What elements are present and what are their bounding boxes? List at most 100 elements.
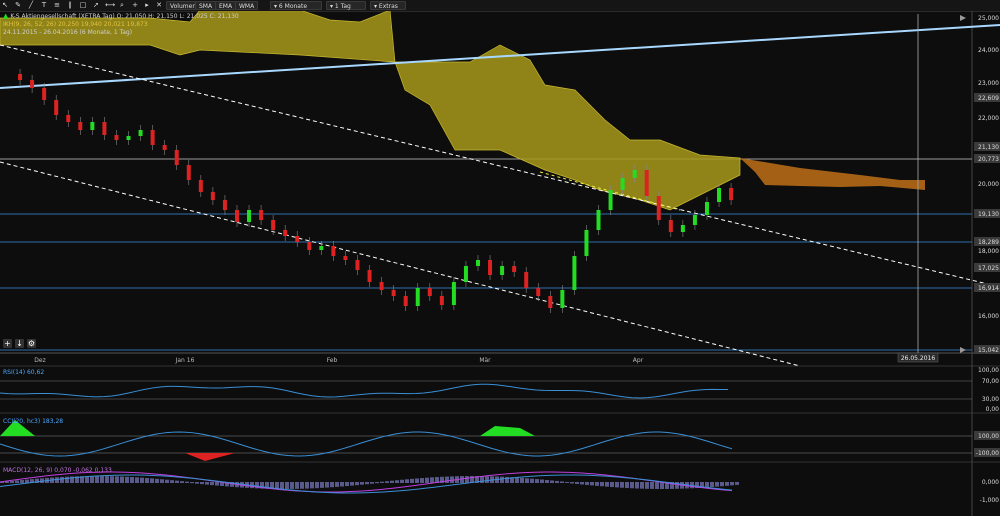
- ikh-legend: IKH(9, 26, 52, 26) 20,250 19,940 20,021 …: [3, 21, 148, 28]
- candle-body: [283, 230, 288, 236]
- fib-tool-icon[interactable]: ≡: [53, 1, 61, 10]
- candle-body: [548, 296, 553, 308]
- chart-area[interactable]: 25,000 24,000 23,000 22,609 22,000 21,130 20,7…: [0, 11, 1000, 516]
- macd-bar: [395, 480, 399, 483]
- macd-bar: [20, 480, 24, 483]
- macd-bar: [130, 477, 134, 483]
- macd-axis-label: 0,000: [982, 479, 999, 486]
- macd-bar: [340, 482, 344, 487]
- up-arrow-icon: ▲: [3, 12, 9, 20]
- macd-bar: [560, 481, 564, 483]
- macd-bar: [115, 476, 119, 483]
- zoom-tool-icon[interactable]: ⌕: [118, 1, 126, 10]
- macd-bar: [525, 478, 529, 483]
- candle-body: [114, 135, 119, 140]
- wma-button[interactable]: WMA: [235, 1, 259, 10]
- macd-bar: [610, 482, 614, 488]
- candle-body: [210, 192, 215, 200]
- macd-bar: [170, 480, 174, 483]
- macd-bar: [615, 482, 619, 488]
- candle-body: [427, 288, 432, 296]
- macd-bar: [145, 478, 149, 483]
- candle-body: [307, 242, 312, 250]
- ema-button[interactable]: EMA: [215, 1, 237, 10]
- x-axis-label: Feb: [327, 357, 338, 364]
- candle-body: [343, 256, 348, 260]
- macd-bar: [365, 482, 369, 485]
- candle-body: [439, 296, 444, 305]
- candle-body: [234, 210, 239, 222]
- macd-bar: [195, 482, 199, 484]
- rsi-legend: RSI(14) 60,62: [3, 369, 45, 376]
- macd-bar: [655, 482, 659, 489]
- candle-body: [186, 165, 191, 180]
- sma-button[interactable]: SMA: [195, 1, 217, 10]
- candle-body: [536, 288, 541, 296]
- download-icon[interactable]: ↓: [15, 339, 24, 348]
- cci-axis-label: -100,00: [976, 450, 999, 457]
- macd-bar: [320, 482, 324, 488]
- candle-body: [198, 180, 203, 192]
- candle-body: [572, 256, 577, 290]
- macd-bar: [565, 481, 569, 483]
- macd-bar: [140, 477, 144, 483]
- price-axis-label: 21,130: [978, 144, 999, 151]
- macd-bar: [285, 482, 289, 489]
- measure-tool-icon[interactable]: ⟷: [105, 1, 115, 10]
- macd-bar: [590, 482, 594, 486]
- cursor-tool-icon[interactable]: ↖: [1, 1, 9, 10]
- macd-bar: [480, 476, 484, 483]
- line-tool-icon[interactable]: ╱: [27, 1, 35, 10]
- macd-bar: [155, 478, 159, 483]
- macd-bar: [650, 482, 654, 489]
- price-marker: [960, 15, 966, 21]
- extras-menu[interactable]: ▾ Extras: [370, 1, 406, 10]
- macd-axis-label: -1,000: [980, 497, 1000, 504]
- rsi-axis-label: 70,00: [982, 378, 999, 385]
- cci-line: [0, 431, 733, 457]
- macd-bar: [330, 482, 334, 488]
- settings-icon[interactable]: ⚙: [27, 339, 36, 348]
- price-axis-label: 22,609: [978, 95, 999, 102]
- macd-bar: [595, 482, 599, 486]
- arrow-tool-icon[interactable]: ➚: [92, 1, 100, 10]
- candle-body: [415, 288, 420, 306]
- draw-tool-icon[interactable]: ✎: [14, 1, 22, 10]
- macd-bar: [180, 481, 184, 483]
- price-axis-label: 18,000: [978, 248, 999, 255]
- interval-select[interactable]: ▾ 1 Tag: [326, 1, 366, 10]
- macd-bar: [390, 480, 394, 483]
- x-axis-label: Mär: [479, 357, 491, 364]
- candle-body: [463, 266, 468, 282]
- pointer-tool-icon[interactable]: ▸: [143, 1, 151, 10]
- period-select[interactable]: ▾ 6 Monate: [270, 1, 322, 10]
- candle-body: [379, 282, 384, 290]
- channel-tool-icon[interactable]: ∥: [66, 1, 74, 10]
- price-axis-label: 23,000: [978, 80, 999, 87]
- candle-body: [126, 136, 131, 140]
- macd-bar: [385, 481, 389, 483]
- period-value: 6 Monate: [278, 3, 308, 10]
- macd-bar: [100, 476, 104, 483]
- macd-bar: [410, 478, 414, 483]
- macd-bar: [215, 482, 219, 486]
- cci-oversold: [185, 453, 235, 461]
- period-legend: 24.11.2015 - 26.04.2016 (6 Monate, 1 Tag…: [3, 29, 133, 36]
- add-icon[interactable]: +: [3, 339, 12, 348]
- macd-bar: [210, 482, 214, 486]
- crosshair-tool-icon[interactable]: +: [131, 1, 139, 10]
- macd-bar: [705, 482, 709, 488]
- macd-bar: [715, 482, 719, 487]
- macd-bar: [15, 480, 19, 483]
- macd-bar: [355, 482, 359, 486]
- text-tool-icon[interactable]: T: [40, 1, 48, 10]
- candle-body: [692, 215, 697, 225]
- macd-bar: [630, 482, 634, 489]
- shape-tool-icon[interactable]: □: [79, 1, 87, 10]
- macd-bar: [10, 481, 14, 483]
- macd-bar: [190, 482, 194, 484]
- macd-bar: [150, 478, 154, 483]
- macd-bar: [530, 478, 534, 483]
- candle-body: [18, 74, 23, 80]
- delete-tool-icon[interactable]: ✕: [155, 1, 163, 10]
